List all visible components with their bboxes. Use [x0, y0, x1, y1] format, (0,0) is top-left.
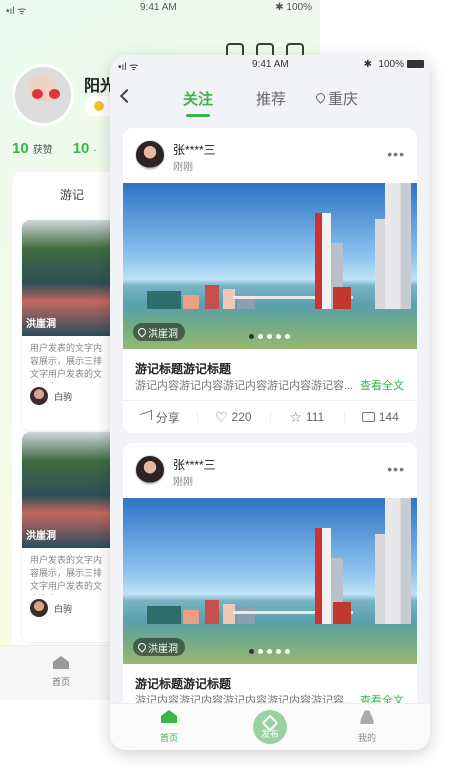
- pager-dot: [258, 649, 263, 654]
- more-icon[interactable]: •••: [387, 462, 405, 476]
- pager-dot: [285, 334, 290, 339]
- signal-icon: •ıl ᯤ: [118, 62, 139, 73]
- pager-dot: [267, 649, 272, 654]
- post-image[interactable]: 洪崖洞: [123, 498, 417, 664]
- location-tag[interactable]: 洪崖洞: [133, 638, 185, 656]
- comment-button[interactable]: 144: [343, 410, 418, 424]
- post-body: 游记内容游记内容游记内容游记内容游记容...: [135, 380, 354, 392]
- top-tabs: 关注 推荐 重庆: [110, 81, 430, 121]
- bg-status-bar: •ıl ᯤ 9:41 AM ✱ 100%: [0, 0, 320, 18]
- post-card[interactable]: 张****三 刚刚 ••• 洪崖洞 游记标题游记标题 游记内容游记内容游记内容游…: [123, 128, 417, 433]
- avatar[interactable]: [135, 455, 165, 485]
- post-header: 张****三 刚刚 •••: [123, 128, 417, 183]
- nav-publish-button[interactable]: 发布: [253, 710, 287, 744]
- back-icon[interactable]: [119, 88, 135, 104]
- bg-tab-travelogue[interactable]: 游记: [60, 186, 84, 203]
- pager-dot: [285, 649, 290, 654]
- heart-icon: ♡: [214, 408, 228, 425]
- pager-dot: [249, 649, 254, 654]
- post-header: 张****三 刚刚 •••: [123, 443, 417, 498]
- bg-stats: 10 获赞 10 ·: [12, 140, 97, 157]
- post-time: 刚刚: [173, 162, 193, 173]
- bg-card-avatar: [30, 387, 48, 405]
- bg-card-desc: 用户发表的文字内容展示，展示三排文字用户发表的文字内容: [30, 555, 103, 595]
- bg-card-image: 洪崖洞: [22, 220, 118, 336]
- bottom-nav: 首页 发布 我的: [110, 703, 430, 750]
- battery-text: 100%: [378, 59, 404, 70]
- battery-icon: [407, 60, 424, 68]
- foreground-screen: •ıl ᯤ 9:41 AM ✱ 100% 关注 推荐 重庆 张****三 刚刚 …: [110, 55, 430, 750]
- image-pager: [249, 334, 290, 339]
- pager-dot: [258, 334, 263, 339]
- avatar[interactable]: [135, 140, 165, 170]
- post-username[interactable]: 张****三: [173, 456, 216, 473]
- bg-card-location: 洪崖洞: [26, 531, 56, 542]
- bg-card[interactable]: 洪崖洞 用户发表的文字内容展示，展示三排文字用户发表的文字内容 白驹: [22, 220, 118, 430]
- bluetooth-icon: ✱: [363, 59, 372, 70]
- home-icon: [53, 656, 69, 669]
- pager-dot: [276, 334, 281, 339]
- bg-card-desc: 用户发表的文字内容展示，展示三排文字用户发表的文字内容: [30, 343, 103, 383]
- comment-icon: [361, 412, 375, 422]
- location-tag[interactable]: 洪崖洞: [133, 323, 185, 341]
- post-title: 游记标题游记标题: [135, 362, 232, 376]
- post-title: 游记标题游记标题: [135, 677, 232, 691]
- bg-card-image: 洪崖洞: [22, 432, 118, 548]
- bg-stat-second: 10 ·: [72, 140, 97, 157]
- favorite-button[interactable]: ☆ 111: [270, 409, 344, 426]
- bg-card-location: 洪崖洞: [26, 319, 56, 330]
- bg-card[interactable]: 洪崖洞 用户发表的文字内容展示，展示三排文字用户发表的文字内容 白驹: [22, 432, 118, 642]
- pager-dot: [267, 334, 272, 339]
- status-bar: •ıl ᯤ 9:41 AM ✱ 100%: [110, 55, 430, 75]
- status-time: 9:41 AM: [252, 59, 289, 70]
- bg-nav-home[interactable]: 首页: [52, 656, 70, 688]
- tab-active-indicator: [186, 114, 210, 117]
- location-pin-icon: [136, 326, 148, 338]
- bg-signal-icon: •ıl ᯤ: [6, 6, 27, 17]
- pager-dot: [276, 649, 281, 654]
- tab-recommend[interactable]: 推荐: [256, 88, 286, 109]
- location-pin-icon: [316, 93, 325, 105]
- share-button[interactable]: 分享: [123, 409, 197, 426]
- post-time: 刚刚: [173, 477, 193, 488]
- post-actions: 分享 ♡ 220 ☆ 111 144: [123, 400, 417, 433]
- tab-follow[interactable]: 关注: [183, 88, 213, 109]
- share-icon: [139, 409, 152, 425]
- bg-card-avatar: [30, 599, 48, 617]
- more-icon[interactable]: •••: [387, 147, 405, 161]
- bg-stat-likes: 10 获赞: [12, 140, 53, 157]
- pager-dot: [249, 334, 254, 339]
- user-icon: [359, 710, 375, 724]
- star-icon: ☆: [289, 408, 302, 425]
- read-more-link[interactable]: 查看全文: [360, 377, 404, 393]
- nav-home[interactable]: 首页: [160, 710, 178, 744]
- like-button[interactable]: ♡ 220: [196, 408, 271, 426]
- post-image[interactable]: 洪崖洞: [123, 183, 417, 349]
- post-username[interactable]: 张****三: [173, 141, 216, 158]
- bg-card-user: 白驹: [22, 383, 118, 409]
- home-icon: [161, 710, 177, 723]
- bg-profile-avatar[interactable]: [12, 64, 74, 126]
- location-pin-icon: [136, 641, 148, 653]
- nav-mine[interactable]: 我的: [358, 710, 376, 744]
- image-pager: [249, 649, 290, 654]
- bg-card-user: 白驹: [22, 595, 118, 621]
- tab-city[interactable]: 重庆: [316, 88, 358, 109]
- bg-battery-text: ✱ 100%: [275, 2, 312, 13]
- bg-status-time: 9:41 AM: [140, 2, 177, 13]
